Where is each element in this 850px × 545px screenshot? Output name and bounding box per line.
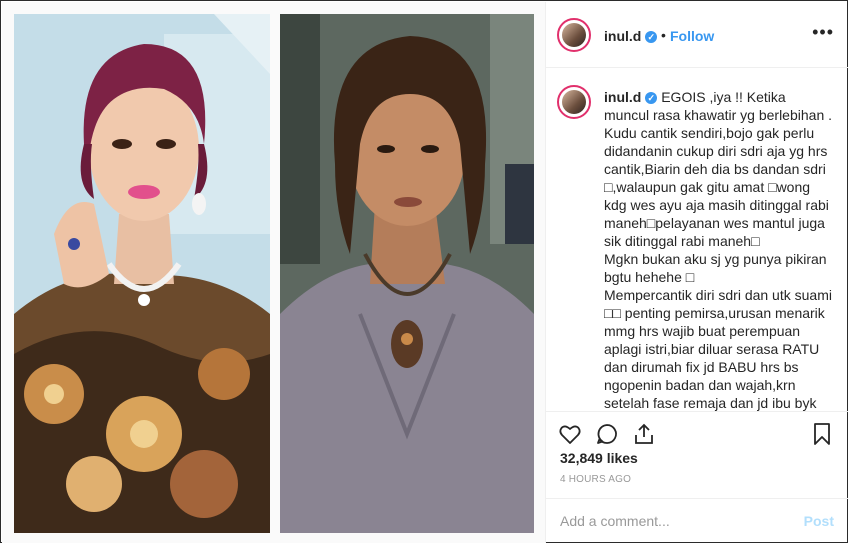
woman-with-purple-hair-photo	[14, 14, 270, 533]
caption: inul.d ✓ EGOIS ,iya !! Ketika muncul rasa…	[546, 68, 848, 411]
separator-dot: •	[661, 27, 666, 43]
post-comment-button[interactable]: Post	[804, 513, 834, 529]
follow-button[interactable]: Follow	[670, 28, 714, 44]
more-options-icon[interactable]: •••	[812, 22, 834, 43]
caption-body: EGOIS ,iya !! Ketika muncul rasa khawati…	[604, 89, 833, 411]
post-actions: 32,849 likes 4 HOURS AGO Post	[546, 411, 848, 544]
heart-icon[interactable]	[558, 422, 582, 446]
avatar[interactable]	[557, 85, 591, 119]
likes-count[interactable]: 32,849 likes	[560, 450, 638, 466]
verified-badge-icon: ✓	[645, 31, 658, 44]
caption-text: inul.d ✓ EGOIS ,iya !! Ketika muncul rasa…	[604, 88, 832, 411]
verified-badge-icon: ✓	[645, 92, 658, 105]
comment-icon[interactable]	[595, 422, 619, 446]
post-header: inul.d ✓ • Follow •••	[546, 2, 848, 68]
instagram-post-window: inul.d ✓ • Follow ••• inul.d ✓ EGOIS ,iya …	[0, 0, 848, 543]
avatar[interactable]	[557, 18, 591, 52]
woman-with-short-brown-hair-photo	[280, 14, 534, 533]
post-sidebar: inul.d ✓ • Follow ••• inul.d ✓ EGOIS ,iya …	[546, 2, 848, 543]
header-username[interactable]: inul.d ✓	[604, 28, 658, 44]
comment-input[interactable]	[560, 511, 790, 531]
bookmark-icon[interactable]	[810, 422, 834, 446]
comment-bar: Post	[546, 498, 848, 545]
share-icon[interactable]	[632, 422, 656, 446]
post-media	[2, 2, 545, 543]
caption-username[interactable]: inul.d ✓	[604, 89, 658, 105]
post-timestamp[interactable]: 4 HOURS AGO	[560, 474, 631, 485]
